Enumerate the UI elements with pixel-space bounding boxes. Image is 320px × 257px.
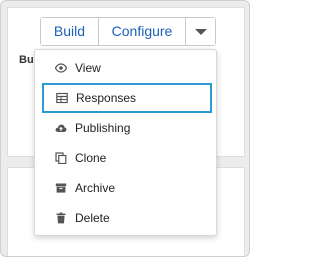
archive-icon <box>55 182 67 194</box>
eye-icon <box>55 62 67 74</box>
more-options-button[interactable] <box>186 18 215 45</box>
menu-item-label: Delete <box>75 211 110 225</box>
caret-down-icon <box>194 28 207 35</box>
menu-item-label: Clone <box>75 151 107 165</box>
menu-item-label: Archive <box>75 181 116 195</box>
menu-item-responses[interactable]: Responses <box>42 83 212 113</box>
app-frame: Buil Build Configure View Responses Publ… <box>0 0 250 257</box>
action-button-group: Build Configure <box>40 17 216 46</box>
menu-item-view[interactable]: View <box>35 53 216 83</box>
configure-button[interactable]: Configure <box>99 18 186 45</box>
menu-item-delete[interactable]: Delete <box>35 203 216 233</box>
options-dropdown-menu: View Responses Publishing Clone Archive <box>34 49 217 236</box>
copy-icon <box>55 152 67 164</box>
table-icon <box>56 92 68 104</box>
menu-item-publishing[interactable]: Publishing <box>35 113 216 143</box>
menu-item-clone[interactable]: Clone <box>35 143 216 173</box>
trash-icon <box>55 212 67 224</box>
menu-item-archive[interactable]: Archive <box>35 173 216 203</box>
cloud-upload-icon <box>55 122 67 134</box>
menu-item-label: Publishing <box>75 121 131 135</box>
build-button[interactable]: Build <box>41 18 99 45</box>
menu-item-label: Responses <box>76 91 137 105</box>
menu-item-label: View <box>75 61 101 75</box>
